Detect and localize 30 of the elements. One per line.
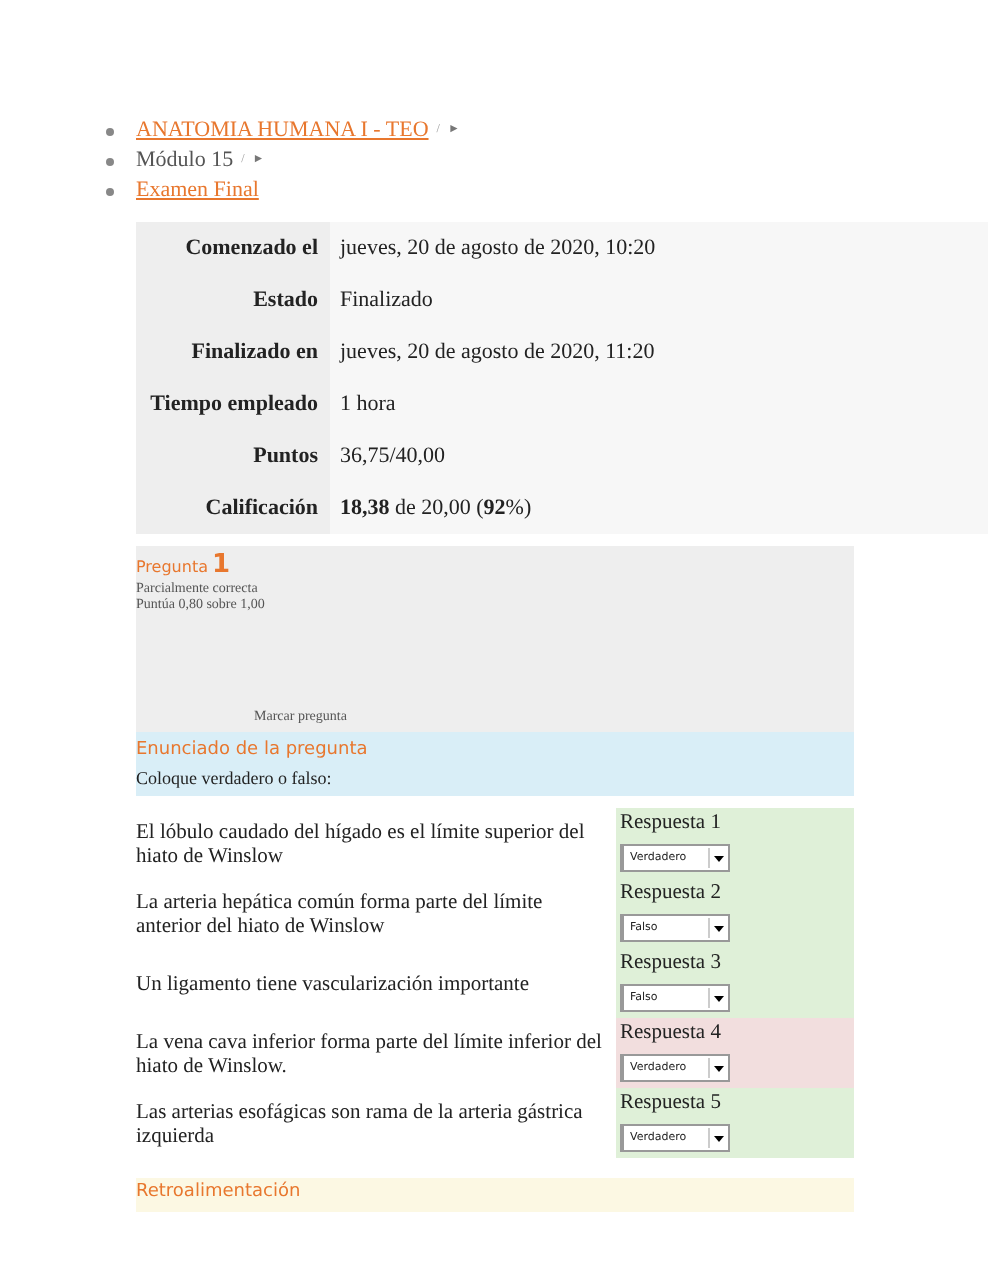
dropdown-caret-icon — [714, 1065, 724, 1071]
summary-value: jueves, 20 de agosto de 2020, 10:20 — [330, 222, 988, 274]
summary-label: Tiempo empleado — [136, 378, 330, 430]
summary-label: Finalizado en — [136, 326, 330, 378]
dropdown-caret-icon — [714, 995, 724, 1001]
summary-value: 36,75/40,00 — [330, 430, 988, 482]
summary-label: Comenzado el — [136, 222, 330, 274]
answer-label: Respuesta 4 — [620, 1020, 723, 1048]
breadcrumb-text: Módulo 15 — [136, 146, 234, 176]
dropdown-caret-icon — [714, 855, 724, 861]
answer-label: Respuesta 2 — [620, 880, 723, 908]
bullet-icon — [106, 188, 114, 196]
answer-label: Respuesta 5 — [620, 1090, 723, 1118]
summary-label: Estado — [136, 274, 330, 326]
question-title: Pregunta 1 — [136, 550, 231, 580]
summary-label: Puntos — [136, 430, 330, 482]
statement-heading: Enunciado de la pregunta — [136, 738, 370, 764]
summary-value: 1 hora — [330, 378, 988, 430]
dropdown-caret-icon — [714, 925, 724, 931]
dropdown-caret-icon — [714, 1135, 724, 1141]
summary-value: Finalizado — [330, 274, 988, 326]
summary-value: jueves, 20 de agosto de 2020, 11:20 — [330, 326, 988, 378]
instruction-text: Coloque verdadero o falso: — [136, 768, 334, 788]
bullet-icon — [106, 128, 114, 136]
summary-value: 18,38 de 20,00 (92%) — [330, 482, 988, 534]
answer-label: Respuesta 1 — [620, 810, 723, 838]
summary-label: Calificación — [136, 482, 330, 534]
answer-label: Respuesta 3 — [620, 950, 723, 978]
bullet-icon — [106, 158, 114, 166]
feedback-heading: Retroalimentación — [136, 1178, 854, 1212]
